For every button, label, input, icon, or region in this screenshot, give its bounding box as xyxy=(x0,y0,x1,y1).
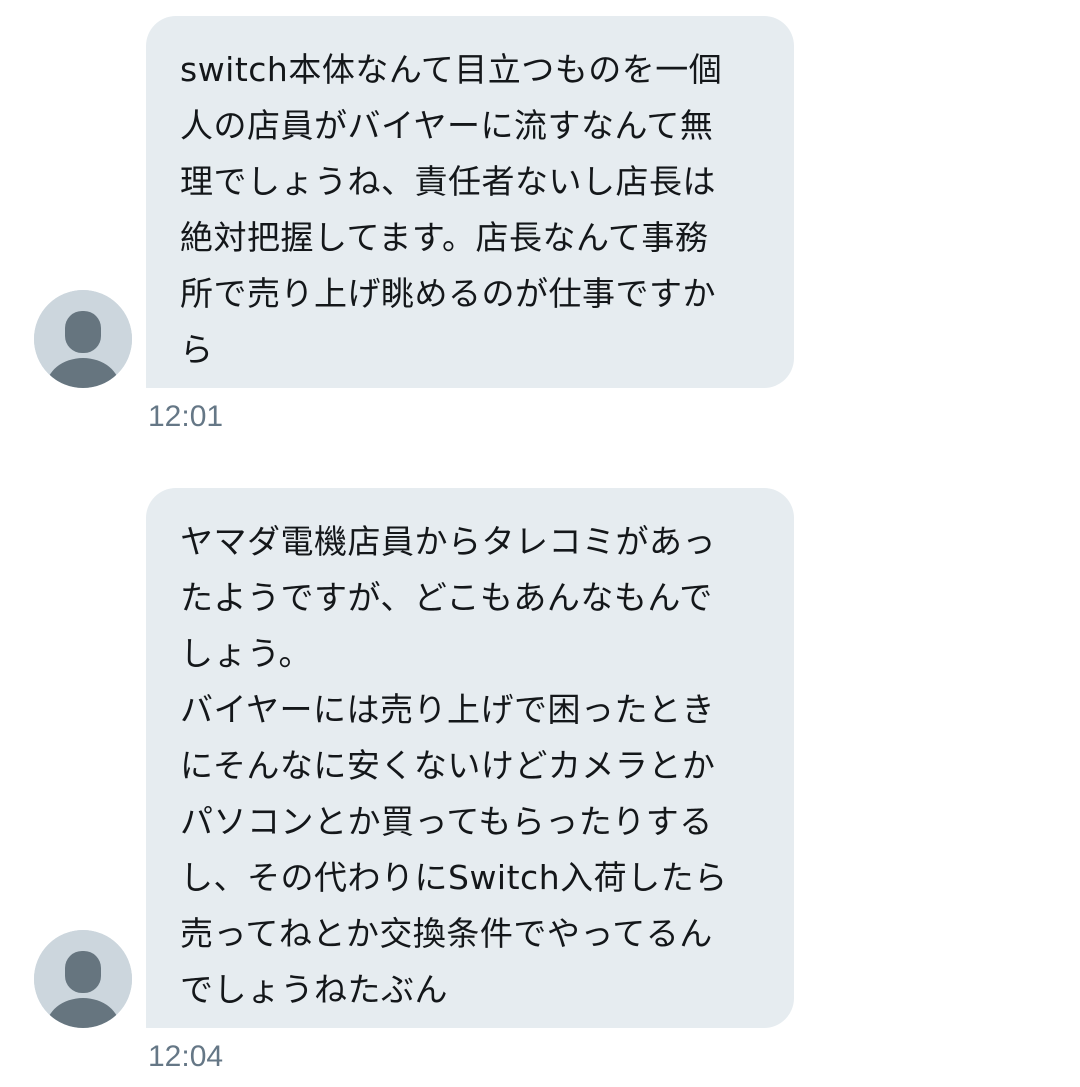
default-profile-icon xyxy=(34,930,132,1028)
message-text: ヤマダ電機店員からタレコミがあっ たようですが、どこもあんなもんで しょう。 バ… xyxy=(180,522,728,1009)
message-text: switch本体なんて目立つものを一個 人の店員がバイヤーに流すなんて無 理でし… xyxy=(180,50,723,369)
message-timestamp: 12:04 xyxy=(148,1040,224,1073)
avatar[interactable] xyxy=(34,290,132,388)
avatar[interactable] xyxy=(34,930,132,1028)
message-bubble[interactable]: ヤマダ電機店員からタレコミがあっ たようですが、どこもあんなもんで しょう。 バ… xyxy=(146,488,794,1028)
message-timestamp: 12:01 xyxy=(148,400,224,433)
default-profile-icon xyxy=(34,290,132,388)
message-bubble[interactable]: switch本体なんて目立つものを一個 人の店員がバイヤーに流すなんて無 理でし… xyxy=(146,16,794,388)
